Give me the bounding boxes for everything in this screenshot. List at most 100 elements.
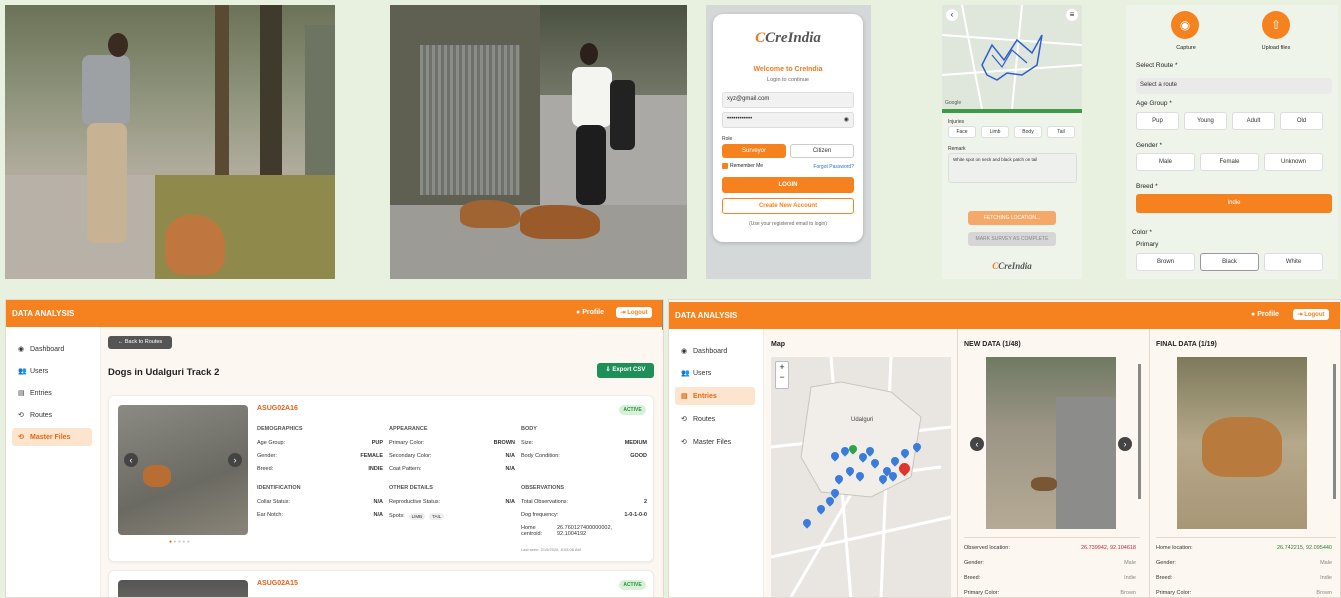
sidebar-item-routes[interactable]: ⟲ Routes: [675, 410, 755, 428]
eye-icon[interactable]: ◉: [844, 116, 849, 123]
identification-heading: IDENTIFICATION: [257, 485, 301, 491]
remember-checkbox[interactable]: [722, 163, 728, 169]
users-icon: 👥: [681, 370, 690, 377]
sidebar-item-master-files[interactable]: ⟲ Master Files: [675, 433, 755, 451]
primary-color-row: Primary Color: Brown: [964, 590, 1136, 596]
next-photo-button[interactable]: ›: [1118, 437, 1132, 451]
gender-female-button[interactable]: Female: [1200, 153, 1259, 171]
sidebar-item-dashboard[interactable]: ◉ Dashboard: [675, 342, 755, 360]
carousel-dots[interactable]: ● ● ● ● ●: [169, 539, 190, 545]
welcome-title: Welcome to CreIndia: [753, 66, 823, 73]
dog-map[interactable]: Udalguri + −: [771, 357, 951, 597]
login-button[interactable]: LOGIN: [722, 177, 854, 193]
age-label: Age Group *: [1136, 100, 1172, 107]
menu-icon[interactable]: ≡: [1066, 9, 1078, 21]
email-field[interactable]: xyz@gmail.com: [722, 92, 854, 108]
zoom-control[interactable]: + −: [775, 361, 789, 389]
creindia-logo-small: CCreIndia: [992, 261, 1032, 271]
login-note: (Use your registered email to login): [749, 221, 827, 227]
scrollbar[interactable]: [1333, 364, 1336, 499]
zoom-in-button[interactable]: +: [776, 362, 788, 372]
injury-chip-body[interactable]: Body: [1014, 126, 1042, 138]
age-adult-button[interactable]: Adult: [1232, 112, 1275, 130]
prev-photo-button[interactable]: ‹: [124, 453, 138, 467]
gender-unknown-button[interactable]: Unknown: [1264, 153, 1323, 171]
forgot-password-link[interactable]: Forgot Password?: [813, 164, 854, 170]
profile-link[interactable]: ● Profile: [576, 309, 604, 316]
gender-label: Gender *: [1136, 142, 1163, 149]
observations-heading: OBSERVATIONS: [521, 485, 565, 491]
route-select[interactable]: Select a route: [1136, 78, 1332, 94]
camera-icon[interactable]: ◉: [1171, 11, 1199, 39]
sidebar-item-entries[interactable]: ▤ Entries: [12, 384, 92, 402]
sidebar-item-routes[interactable]: ⟲ Routes: [12, 406, 92, 424]
sidebar-item-users[interactable]: 👥 Users: [675, 364, 755, 382]
observed-location-row: Observed location: 26.739942, 92.104618: [964, 545, 1136, 551]
login-screen: CCreIndia Welcome to CreIndia Login to c…: [706, 5, 871, 279]
logout-button[interactable]: ⇥ Logout: [1293, 309, 1329, 320]
password-field[interactable]: •••••••••••• ◉: [722, 112, 854, 128]
age-pup-button[interactable]: Pup: [1136, 112, 1179, 130]
color-label: Color *: [1132, 229, 1152, 236]
sidebar-item-entries[interactable]: ▤ Entries: [675, 387, 755, 405]
next-photo-button[interactable]: ›: [228, 453, 242, 467]
breed-indie-button[interactable]: Indie: [1136, 194, 1332, 213]
injury-chip-limb[interactable]: Limb: [981, 126, 1009, 138]
entries-icon: ▤: [18, 390, 25, 397]
logout-icon: ⇥: [620, 310, 626, 316]
export-csv-button[interactable]: ⇩ Export CSV: [597, 363, 654, 378]
remark-field[interactable]: White spot on neck and black patch on ta…: [948, 153, 1077, 183]
create-account-button[interactable]: Create New Account: [722, 198, 854, 214]
sidebar-item-users[interactable]: 👥 Users: [12, 362, 92, 380]
new-data-heading: NEW DATA (1/48): [964, 341, 1021, 348]
app-title: DATA ANALYSIS: [12, 309, 75, 318]
profile-link[interactable]: ● Profile: [1251, 311, 1279, 318]
dashboard-map-compare: DATA ANALYSIS ● Profile ⇥ Logout ◉ Dashbo…: [668, 299, 1341, 598]
map-heading: Map: [771, 341, 785, 348]
final-data-photo: [1177, 357, 1307, 529]
age-old-button[interactable]: Old: [1280, 112, 1323, 130]
breed-row: Breed: Indie: [1156, 575, 1332, 581]
route-map[interactable]: ‹ ≡ Google: [942, 5, 1082, 109]
upload-icon[interactable]: ⇧: [1262, 11, 1290, 39]
photo-man-with-dog-1: [5, 5, 335, 279]
role-surveyor-button[interactable]: Surveyor: [722, 144, 786, 158]
master-files-icon: ⟲: [681, 439, 687, 446]
back-to-routes-button[interactable]: ← Back to Routes: [108, 336, 172, 349]
new-data-photo: [986, 357, 1116, 529]
creindia-logo: CCreIndia: [755, 30, 821, 46]
ear-notch-row: Ear Notch: N/A: [257, 512, 383, 518]
entries-icon: ▤: [681, 393, 688, 400]
back-icon[interactable]: ‹: [946, 9, 958, 21]
injury-chip-face[interactable]: Face: [948, 126, 976, 138]
town-label: Udalguri: [851, 417, 874, 423]
color-brown-button[interactable]: Brown: [1136, 253, 1195, 271]
fetch-location-button[interactable]: FETCHING LOCATION...: [968, 211, 1056, 225]
injury-chip-tail[interactable]: Tail: [1047, 126, 1075, 138]
scrollbar[interactable]: [1138, 364, 1141, 499]
mark-complete-button[interactable]: MARK SURVEY AS COMPLETE: [968, 232, 1056, 246]
reproductive-row: Reproductive Status: N/A: [389, 499, 515, 505]
zoom-out-button[interactable]: −: [776, 372, 788, 382]
total-observations-row: Total Observations: 2: [521, 499, 647, 505]
coat-pattern-row: Coat Pattern: N/A: [389, 466, 515, 472]
upload-label: Upload files: [1261, 45, 1291, 51]
age-young-button[interactable]: Young: [1184, 112, 1227, 130]
gender-row: Gender: Male: [1156, 560, 1332, 566]
dashboard-icon: ◉: [681, 348, 688, 355]
sidebar-item-master-files[interactable]: ⟲ Master Files: [12, 428, 92, 446]
gender-male-button[interactable]: Male: [1136, 153, 1195, 171]
prev-photo-button[interactable]: ‹: [970, 437, 984, 451]
scrollbar[interactable]: [662, 300, 663, 330]
users-icon: 👥: [18, 368, 27, 375]
color-white-button[interactable]: White: [1264, 253, 1323, 271]
secondary-color-row: Secondary Color: N/A: [389, 453, 515, 459]
role-citizen-button[interactable]: Citizen: [790, 144, 854, 158]
primary-color-label: Primary: [1136, 241, 1159, 248]
entry-form-screen: ◉ ⇧ Capture Upload files Select Route * …: [1126, 5, 1338, 279]
color-black-button[interactable]: Black: [1200, 253, 1259, 271]
logout-button[interactable]: ⇥ Logout: [616, 307, 652, 318]
sidebar-item-dashboard[interactable]: ◉ Dashboard: [12, 340, 92, 358]
master-files-icon: ⟲: [18, 434, 24, 441]
capture-label: Capture: [1176, 45, 1196, 51]
